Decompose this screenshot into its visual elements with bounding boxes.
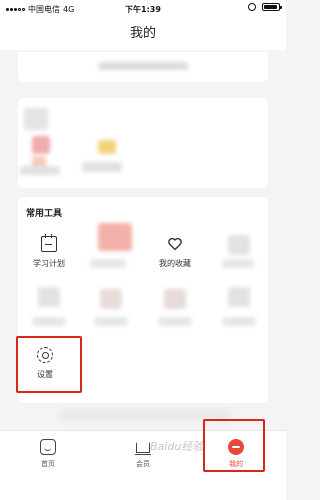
blurred-tool[interactable] [228,235,250,255]
blurred-content [24,108,48,130]
blurred-content [82,162,122,172]
account-card[interactable] [18,98,268,188]
battery-icon [262,3,282,11]
calendar-icon [41,234,57,252]
blurred-tool[interactable] [94,317,128,326]
blurred-tool[interactable] [32,317,66,326]
alarm-icon [248,3,256,11]
blurred-content [98,140,116,154]
watermark: Baidu经验 [150,440,204,453]
page-title: 我的 [0,18,286,50]
blurred-content [98,62,188,70]
status-bar: 中国电信 4G 下午1:39 [0,0,286,18]
blurred-tool[interactable] [158,317,192,326]
blurred-tool[interactable] [90,259,126,268]
blurred-content [32,136,50,154]
tab-label: 会员 [136,460,150,468]
tab-label: 首页 [41,460,55,468]
blurred-tool[interactable] [164,289,186,309]
section-title: 常用工具 [26,209,63,219]
tab-home[interactable]: 首页 [23,439,73,469]
settings-highlight-box [16,336,82,393]
profile-summary-card[interactable] [18,52,268,82]
status-time: 下午1:39 [125,5,161,14]
blurred-content [20,166,60,175]
home-icon [40,439,56,455]
blurred-tool[interactable] [100,289,122,309]
blurred-tool[interactable] [228,287,250,307]
crown-icon [135,439,151,455]
heart-icon [167,236,183,252]
tool-label: 学习计划 [33,259,65,268]
tool-favorites[interactable]: 我的收藏 [144,236,206,269]
blurred-tool[interactable] [222,317,256,326]
blurred-tool[interactable] [98,223,132,251]
blurred-tool[interactable] [38,287,60,307]
blurred-tool[interactable] [222,259,254,268]
tool-label: 我的收藏 [159,259,191,268]
tool-study-plan[interactable]: 学习计划 [18,234,80,269]
me-tab-highlight-box [203,419,265,472]
